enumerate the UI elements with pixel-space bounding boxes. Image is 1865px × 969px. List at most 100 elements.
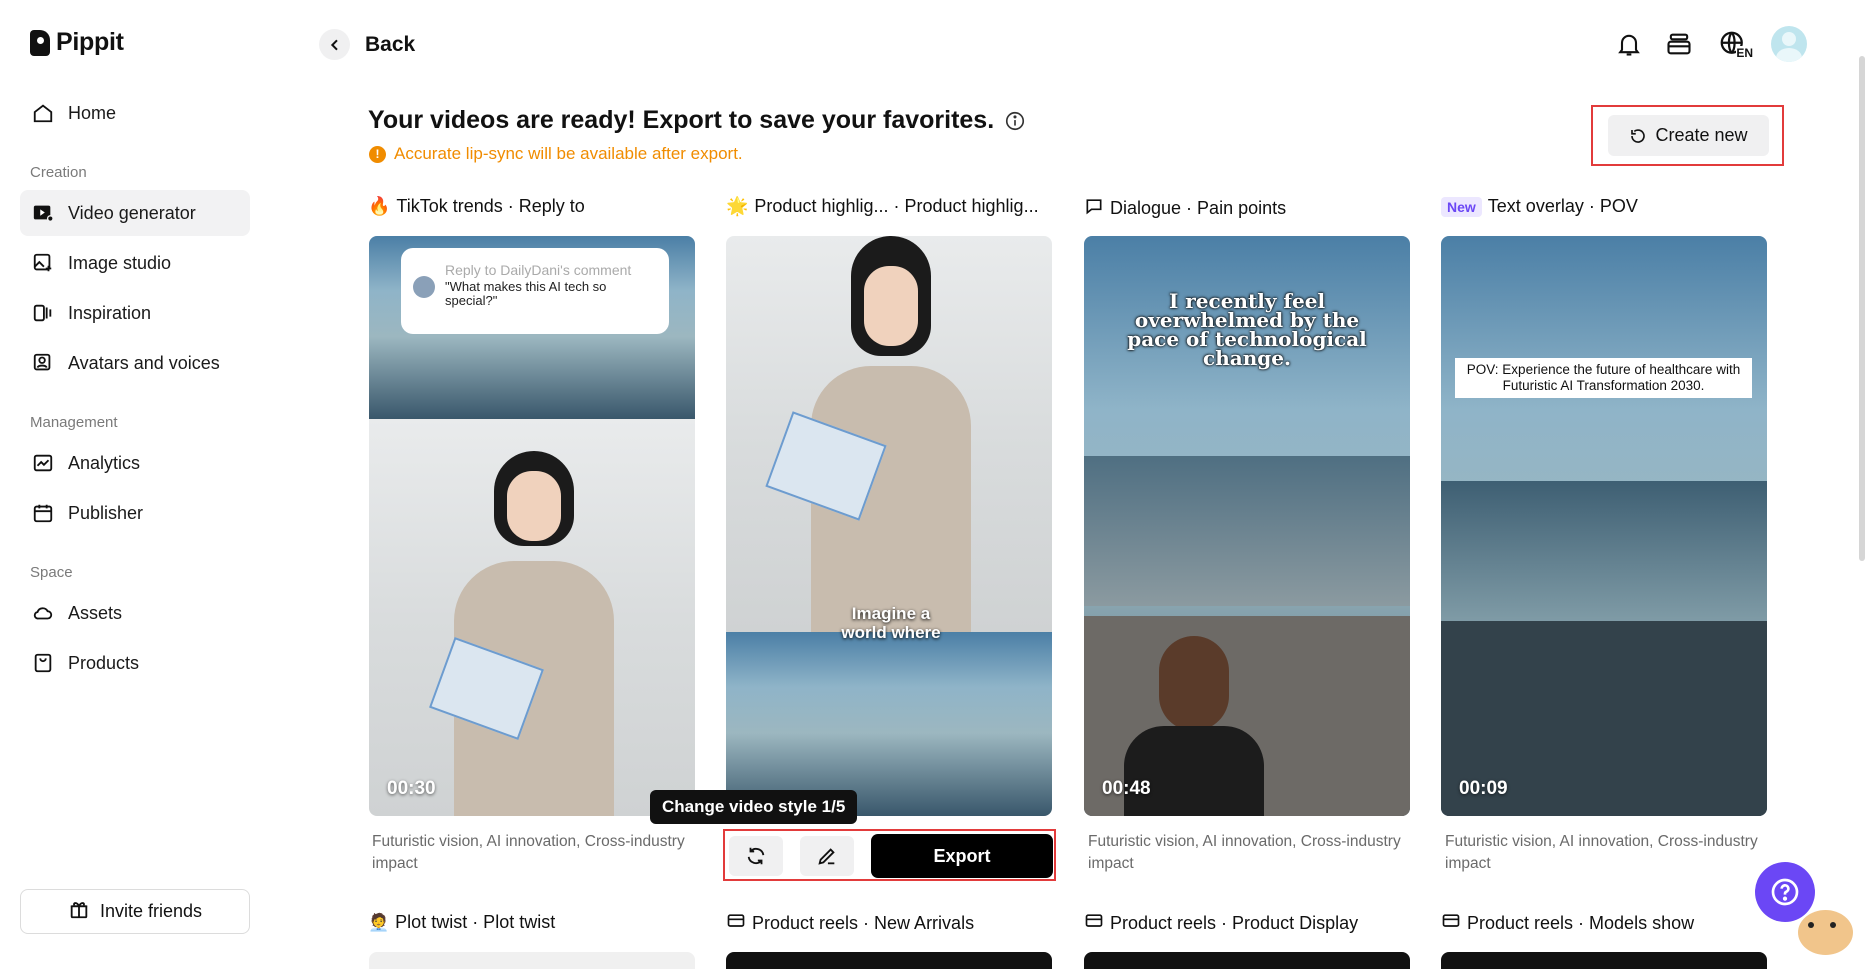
sidebar-item-label: Inspiration <box>68 302 152 323</box>
user-avatar[interactable] <box>1771 26 1807 62</box>
invite-label: Invite friends <box>99 901 203 921</box>
sidebar-item-image-studio[interactable]: Image studio <box>20 240 250 286</box>
cloud-icon <box>32 602 54 624</box>
refresh-icon <box>747 847 765 865</box>
home-icon <box>32 102 54 124</box>
change-style-tooltip: Change video style 1/5 <box>650 790 858 824</box>
woman-reading-illustration <box>429 451 629 816</box>
video-icon <box>32 202 54 224</box>
page-scrollbar[interactable] <box>1859 56 1865 561</box>
image-icon <box>32 252 54 274</box>
sidebar-item-label: Assets <box>68 602 123 623</box>
export-button[interactable]: Export <box>871 834 1053 878</box>
tray-icon <box>1084 912 1104 935</box>
language-code: EN <box>1736 46 1753 60</box>
sidebar-item-inspiration[interactable]: Inspiration <box>20 290 250 336</box>
tray-icon <box>726 912 746 935</box>
city-skyline <box>1084 456 1410 606</box>
comment-avatar-icon <box>413 276 435 298</box>
city-skyline <box>1441 481 1767 621</box>
sidebar-item-label: Avatars and voices <box>68 352 220 373</box>
card-5-header: 🧑‍💼 Plot twist · Plot twist <box>368 912 555 933</box>
card-3-header: Dialogue · Pain points <box>1084 196 1286 221</box>
sidebar: Pippit Home Creation Video generator Ima… <box>0 0 260 969</box>
back-button[interactable] <box>319 29 350 60</box>
card-actions-highlight: Export <box>723 829 1056 881</box>
sidebar-item-products[interactable]: Products <box>20 640 250 686</box>
sidebar-item-publisher[interactable]: Publisher <box>20 490 250 536</box>
card-label: Text overlay · POV <box>1487 196 1638 216</box>
create-new-label: Create new <box>1655 125 1748 145</box>
card-label: Product highlig... · Product highlig... <box>754 196 1039 216</box>
card-2-header: 🌟 Product highlig... · Product highlig..… <box>726 196 1039 217</box>
top-toolbar: EN <box>1613 26 1807 62</box>
duration-badge: 00:09 <box>1459 778 1508 799</box>
chevron-left-icon <box>330 39 338 50</box>
app-logo[interactable]: Pippit <box>30 28 124 57</box>
reply-comment-bubble: Reply to DailyDani's comment "What makes… <box>401 248 669 334</box>
sidebar-item-label: Analytics <box>68 452 141 473</box>
sidebar-item-avatars-voices[interactable]: Avatars and voices <box>20 340 250 386</box>
card-description: Futuristic vision, AI innovation, Cross-… <box>372 833 685 872</box>
back-label[interactable]: Back <box>365 33 415 57</box>
layers-icon[interactable] <box>1663 26 1695 62</box>
sidebar-item-analytics[interactable]: Analytics <box>20 440 250 486</box>
inspiration-icon <box>32 302 54 324</box>
video-thumbnail-3[interactable]: I recently feel overwhelmed by the pace … <box>1084 236 1410 816</box>
app-name: Pippit <box>56 28 124 56</box>
video-caption: Imagine a world where <box>841 604 941 642</box>
section-management: Management <box>30 414 118 431</box>
flame-icon: 🔥 <box>368 196 391 216</box>
sidebar-item-label: Products <box>68 652 140 673</box>
create-new-highlight: Create new <box>1591 105 1784 166</box>
video-thumbnail-7[interactable] <box>1084 952 1410 969</box>
sidebar-item-assets[interactable]: Assets <box>20 590 250 636</box>
pippit-logo-icon <box>30 29 50 56</box>
video-thumbnail-8[interactable] <box>1441 952 1767 969</box>
video-thumbnail-2[interactable]: Imagine a world where <box>726 236 1052 816</box>
info-icon[interactable] <box>1004 110 1026 132</box>
create-new-button[interactable]: Create new <box>1608 115 1769 156</box>
calendar-icon <box>32 502 54 524</box>
refresh-icon <box>1631 128 1646 143</box>
video-caption: POV: Experience the future of healthcare… <box>1455 358 1752 398</box>
card-label: Dialogue · Pain points <box>1110 198 1287 218</box>
sparkle-icon: 🌟 <box>726 196 749 216</box>
section-creation: Creation <box>30 164 87 181</box>
card-description: Futuristic vision, AI innovation, Cross-… <box>1088 833 1401 872</box>
analytics-icon <box>32 452 54 474</box>
card-8-header: Product reels · Models show <box>1441 912 1694 935</box>
video-thumbnail-5[interactable] <box>369 952 695 969</box>
warning-text: Accurate lip-sync will be available afte… <box>394 144 743 163</box>
reply-to-text: Reply to DailyDani's comment <box>445 262 632 278</box>
sidebar-item-label: Video generator <box>68 202 196 223</box>
woman-reading-illustration <box>765 236 986 632</box>
invite-friends-button[interactable]: Invite friends <box>20 889 250 934</box>
card-label: TikTok trends · Reply to <box>396 196 585 216</box>
sidebar-item-home[interactable]: Home <box>20 90 250 136</box>
card-label: Product reels · Models show <box>1467 913 1695 933</box>
video-thumbnail-4[interactable]: POV: Experience the future of healthcare… <box>1441 236 1767 816</box>
product-box-icon <box>32 652 54 674</box>
notification-bell-icon[interactable] <box>1613 26 1645 62</box>
video-thumbnail-6[interactable] <box>726 952 1052 969</box>
duration-badge: 00:48 <box>1102 778 1151 799</box>
comment-quote: "What makes this AI tech so special?" <box>445 279 607 308</box>
sidebar-item-video-generator[interactable]: Video generator <box>20 190 250 236</box>
duration-badge: 00:30 <box>387 778 436 799</box>
video-caption: I recently feel overwhelmed by the pace … <box>1127 289 1367 370</box>
change-style-button[interactable] <box>729 836 783 876</box>
sidebar-item-label: Publisher <box>68 502 144 523</box>
edit-button[interactable] <box>800 836 854 876</box>
language-globe-icon[interactable]: EN <box>1713 26 1753 62</box>
gift-icon <box>68 898 90 925</box>
card-label: Plot twist · Plot twist <box>395 912 556 932</box>
cat-mascot-icon[interactable] <box>1790 890 1865 965</box>
card-6-header: Product reels · New Arrivals <box>726 912 974 935</box>
video-thumbnail-1[interactable]: Reply to DailyDani's comment "What makes… <box>369 236 695 816</box>
sidebar-item-label: Image studio <box>68 252 172 273</box>
person-icon: 🧑‍💼 <box>368 912 390 932</box>
card-4-header: New Text overlay · POV <box>1441 196 1638 217</box>
lip-sync-warning: ! Accurate lip-sync will be available af… <box>369 144 743 164</box>
card-label: Product reels · New Arrivals <box>752 913 975 933</box>
